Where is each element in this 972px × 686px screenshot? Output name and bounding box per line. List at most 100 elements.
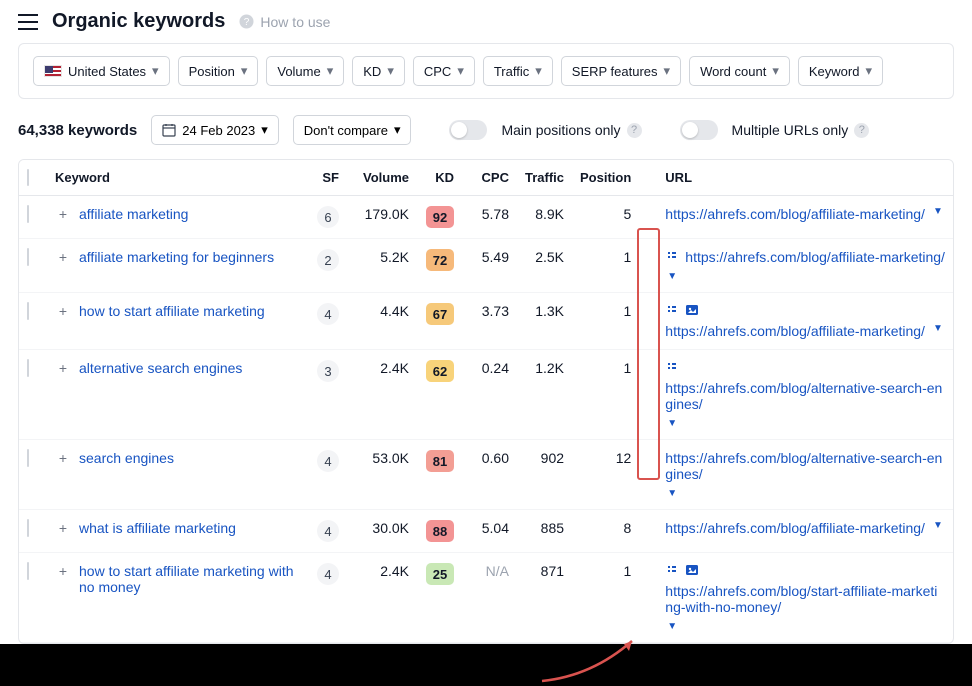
url-dropdown-icon[interactable]: ▼ [667, 418, 677, 429]
chevron-down-icon: ▾ [152, 63, 159, 79]
position-value: 1 [572, 350, 639, 440]
sf-badge[interactable]: 4 [317, 303, 339, 325]
sf-badge[interactable]: 4 [317, 563, 339, 585]
filter-cpc[interactable]: CPC▾ [413, 56, 475, 86]
table-row: + search engines 4 53.0K 81 0.60 902 12 … [19, 440, 953, 510]
keyword-link[interactable]: what is affiliate marketing [79, 520, 236, 536]
help-icon[interactable]: ? [627, 123, 642, 138]
expand-icon[interactable]: + [55, 563, 71, 579]
keyword-link[interactable]: how to start affiliate marketing with no… [79, 563, 299, 595]
keyword-link[interactable]: how to start affiliate marketing [79, 303, 265, 319]
cpc-value: 5.04 [462, 510, 517, 553]
traffic-value: 871 [517, 553, 572, 643]
row-checkbox[interactable] [27, 359, 29, 377]
url-dropdown-icon[interactable]: ▼ [933, 206, 943, 217]
keyword-link[interactable]: affiliate marketing [79, 206, 188, 222]
position-value: 1 [572, 239, 639, 293]
sf-badge[interactable]: 3 [317, 360, 339, 382]
expand-icon[interactable]: + [55, 249, 71, 265]
image-pack-icon [685, 563, 699, 577]
row-checkbox[interactable] [27, 248, 29, 266]
calendar-icon [162, 123, 176, 137]
main-positions-toggle[interactable] [449, 120, 487, 140]
url-dropdown-icon[interactable]: ▼ [667, 488, 677, 499]
filter-traffic[interactable]: Traffic▾ [483, 56, 553, 86]
sitelinks-icon [665, 249, 679, 263]
select-all-checkbox[interactable] [27, 169, 29, 186]
svg-text:?: ? [244, 17, 250, 28]
table-row: + alternative search engines 3 2.4K 62 0… [19, 350, 953, 440]
col-position[interactable]: Position [572, 160, 639, 196]
table-row: + what is affiliate marketing 4 30.0K 88… [19, 510, 953, 553]
filter-kd[interactable]: KD▾ [352, 56, 405, 86]
url-dropdown-icon[interactable]: ▼ [667, 271, 677, 282]
row-checkbox[interactable] [27, 562, 29, 580]
url-link[interactable]: https://ahrefs.com/blog/affiliate-market… [665, 206, 925, 222]
col-url[interactable]: URL [657, 160, 953, 196]
keywords-table: Keyword SF Volume KD CPC Traffic Positio… [18, 159, 954, 644]
volume-value: 2.4K [347, 553, 417, 643]
url-link[interactable]: https://ahrefs.com/blog/affiliate-market… [665, 520, 925, 536]
col-traffic[interactable]: Traffic [517, 160, 572, 196]
url-dropdown-icon[interactable]: ▼ [667, 621, 677, 632]
cpc-value: N/A [462, 553, 517, 643]
url-link[interactable]: https://ahrefs.com/blog/alternative-sear… [665, 380, 945, 412]
expand-icon[interactable]: + [55, 450, 71, 466]
col-sf[interactable]: SF [307, 160, 347, 196]
date-picker-button[interactable]: 24 Feb 2023 ▾ [151, 115, 279, 145]
image-pack-icon [685, 303, 699, 317]
filter-keyword[interactable]: Keyword▾ [798, 56, 883, 86]
expand-icon[interactable]: + [55, 206, 71, 222]
filter-position[interactable]: Position▾ [178, 56, 259, 86]
page-title: Organic keywords [52, 10, 225, 33]
hamburger-icon[interactable] [18, 14, 38, 30]
expand-icon[interactable]: + [55, 303, 71, 319]
row-checkbox[interactable] [27, 205, 29, 223]
col-volume[interactable]: Volume [347, 160, 417, 196]
help-icon[interactable]: ? [854, 123, 869, 138]
url-link[interactable]: https://ahrefs.com/blog/alternative-sear… [665, 450, 945, 482]
filter-united-states[interactable]: United States▾ [33, 56, 170, 86]
position-value: 12 [572, 440, 639, 510]
multiple-urls-label: Multiple URLs only ? [732, 122, 870, 138]
traffic-value: 8.9K [517, 196, 572, 239]
kd-badge: 25 [426, 563, 454, 585]
chevron-down-icon: ▾ [865, 63, 872, 79]
arrow-annotation [532, 636, 652, 686]
sf-badge[interactable]: 2 [317, 249, 339, 271]
table-row: + how to start affiliate marketing with … [19, 553, 953, 643]
cpc-value: 5.49 [462, 239, 517, 293]
filter-serp-features[interactable]: SERP features▾ [561, 56, 681, 86]
url-link[interactable]: https://ahrefs.com/blog/affiliate-market… [685, 249, 945, 265]
kd-badge: 92 [426, 206, 454, 228]
filter-word-count[interactable]: Word count▾ [689, 56, 790, 86]
keyword-link[interactable]: alternative search engines [79, 360, 242, 376]
row-checkbox[interactable] [27, 449, 29, 467]
volume-value: 53.0K [347, 440, 417, 510]
chevron-down-icon: ▾ [664, 63, 671, 79]
expand-icon[interactable]: + [55, 520, 71, 536]
compare-button[interactable]: Don't compare ▾ [293, 115, 412, 145]
col-keyword[interactable]: Keyword [47, 160, 307, 196]
url-dropdown-icon[interactable]: ▼ [933, 520, 943, 531]
sf-badge[interactable]: 4 [317, 450, 339, 472]
expand-icon[interactable]: + [55, 360, 71, 376]
url-link[interactable]: https://ahrefs.com/blog/start-affiliate-… [665, 583, 945, 615]
col-kd[interactable]: KD [417, 160, 462, 196]
position-value: 8 [572, 510, 639, 553]
col-cpc[interactable]: CPC [462, 160, 517, 196]
how-to-use-link[interactable]: ? How to use [239, 14, 330, 30]
url-dropdown-icon[interactable]: ▼ [933, 323, 943, 334]
filter-volume[interactable]: Volume▾ [266, 56, 344, 86]
row-checkbox[interactable] [27, 519, 29, 537]
row-checkbox[interactable] [27, 302, 29, 320]
multiple-urls-toggle[interactable] [680, 120, 718, 140]
sf-badge[interactable]: 4 [317, 520, 339, 542]
sf-badge[interactable]: 6 [317, 206, 339, 228]
url-link[interactable]: https://ahrefs.com/blog/affiliate-market… [665, 323, 925, 339]
chevron-down-icon: ▾ [535, 63, 542, 79]
chevron-down-icon: ▾ [387, 63, 394, 79]
keyword-link[interactable]: search engines [79, 450, 174, 466]
keyword-link[interactable]: affiliate marketing for beginners [79, 249, 274, 265]
kd-badge: 62 [426, 360, 454, 382]
